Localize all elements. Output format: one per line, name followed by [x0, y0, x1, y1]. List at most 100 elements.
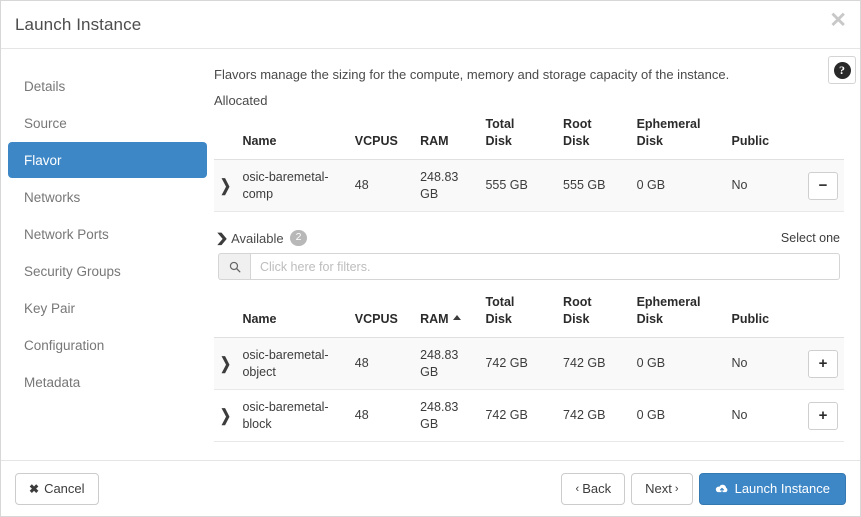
back-button[interactable]: ‹ Back	[561, 472, 626, 505]
sidebar-item-key-pair[interactable]: Key Pair	[8, 290, 207, 326]
next-button-label: Next	[645, 481, 672, 496]
chevron-right-icon[interactable]: ❯	[220, 175, 231, 196]
header-ram-sorted[interactable]: RAM	[414, 290, 480, 339]
close-icon[interactable]: ✕	[829, 10, 847, 31]
header-ephemeral-disk[interactable]: Ephemeral Disk	[630, 290, 726, 339]
header-line1: Total	[485, 295, 515, 310]
cell-public: No	[725, 159, 789, 212]
sidebar-item-label: Metadata	[24, 374, 81, 390]
sidebar-item-metadata[interactable]: Metadata	[8, 364, 207, 400]
next-button[interactable]: Next ›	[631, 472, 693, 505]
launch-instance-dialog: Launch Instance ✕ Details Source Flavor …	[0, 0, 861, 517]
header-line2: Disk	[563, 133, 590, 148]
sidebar-item-label: Key Pair	[24, 300, 76, 316]
chevron-left-icon: ‹	[575, 482, 583, 495]
header-line1: Root	[563, 295, 592, 310]
sidebar-item-label: Networks	[24, 189, 81, 205]
header-total-disk[interactable]: Total Disk	[479, 290, 558, 339]
cell-public: No	[725, 337, 789, 391]
header-total-disk[interactable]: Total Disk	[479, 112, 558, 160]
header-ephemeral-disk[interactable]: Ephemeral Disk	[630, 112, 726, 160]
allocated-label: Allocated	[214, 93, 268, 108]
sidebar-item-security-groups[interactable]: Security Groups	[8, 253, 207, 289]
sidebar-item-label: Source	[24, 115, 67, 131]
available-count-badge: 2	[289, 230, 308, 247]
filter-group	[218, 253, 840, 281]
cloud-upload-icon	[715, 483, 729, 495]
cell-name: osic-baremetal-object	[236, 337, 349, 391]
cancel-button[interactable]: ✖ Cancel	[15, 472, 99, 505]
filter-input[interactable]	[250, 253, 840, 281]
help-button[interactable]: ?	[828, 56, 856, 84]
table-row: ❯ osic-baremetal-object 48 248.83 GB 742…	[214, 337, 844, 391]
allocated-flavors-table: Name VCPUS RAM Total Disk Root Disk Ephe…	[214, 112, 844, 212]
header-line2: Disk	[563, 311, 590, 326]
sort-ascending-icon	[452, 314, 461, 320]
search-icon[interactable]	[218, 253, 250, 281]
launch-instance-button-label: Launch Instance	[734, 481, 830, 496]
step-description: Flavors manage the sizing for the comput…	[214, 67, 730, 82]
select-one-hint: Select one	[780, 231, 840, 246]
sidebar-item-network-ports[interactable]: Network Ports	[8, 216, 207, 252]
table-header-row: Name VCPUS RAM Total Disk Root Disk Ephe…	[214, 112, 844, 160]
cancel-button-label: Cancel	[44, 481, 85, 496]
cell-total-disk: 555 GB	[479, 159, 558, 212]
cell-root-disk: 742 GB	[557, 337, 631, 391]
header-root-disk[interactable]: Root Disk	[557, 112, 631, 160]
cell-ephemeral-disk: 0 GB	[630, 159, 726, 212]
cell-root-disk: 742 GB	[557, 389, 631, 443]
header-line1: Ephemeral	[636, 117, 701, 131]
launch-instance-button[interactable]: Launch Instance	[698, 472, 846, 505]
cell-action: −	[788, 159, 844, 212]
cell-root-disk: 555 GB	[557, 159, 631, 212]
cell-vcpus: 48	[348, 337, 415, 391]
cell-public: No	[725, 389, 789, 443]
allocate-flavor-button[interactable]: +	[808, 401, 838, 430]
table-row: ❯ osic-baremetal-block 48 248.83 GB 742 …	[214, 389, 844, 443]
table-row: ❯ osic-baremetal-comp 48 248.83 GB 555 G…	[214, 159, 844, 212]
header-name[interactable]: Name	[236, 290, 349, 339]
flavor-step-content: ? Flavors manage the sizing for the comp…	[214, 49, 860, 460]
dialog-footer: ✖ Cancel ‹ Back Next › Launch Instance	[1, 460, 860, 516]
cell-vcpus: 48	[348, 389, 415, 443]
sidebar-item-networks[interactable]: Networks	[8, 179, 207, 215]
page-title: Launch Instance	[15, 14, 142, 34]
cell-total-disk: 742 GB	[479, 389, 558, 443]
cell-ram: 248.83 GB	[414, 159, 480, 212]
sidebar-item-configuration[interactable]: Configuration	[8, 327, 207, 363]
allocate-flavor-button[interactable]: +	[808, 349, 838, 378]
header-public[interactable]: Public	[725, 112, 789, 160]
cell-action: +	[788, 337, 844, 391]
wizard-sidebar: Details Source Flavor Networks Network P…	[1, 49, 214, 460]
available-section-header: ❯ Available 2 Select one	[215, 230, 844, 247]
dialog-header: Launch Instance ✕	[1, 1, 860, 49]
header-line2: Disk	[485, 311, 512, 326]
header-root-disk[interactable]: Root Disk	[557, 290, 631, 339]
dialog-body: Details Source Flavor Networks Network P…	[1, 49, 860, 460]
header-expand	[214, 290, 237, 339]
expand-cell[interactable]: ❯	[214, 159, 237, 212]
sidebar-item-flavor[interactable]: Flavor	[8, 142, 207, 178]
available-flavors-table: Name VCPUS RAM Total Disk Root Disk Ephe…	[214, 290, 844, 443]
cell-name: osic-baremetal-block	[236, 389, 349, 443]
header-line2: Disk	[636, 311, 663, 326]
cell-action: +	[788, 389, 844, 443]
chevron-right-icon[interactable]: ❯	[220, 353, 231, 374]
cell-name: osic-baremetal-comp	[236, 159, 349, 212]
sidebar-item-details[interactable]: Details	[8, 68, 207, 104]
cell-ram: 248.83 GB	[414, 337, 480, 391]
footer-actions: ‹ Back Next › Launch Instance	[561, 472, 846, 505]
chevron-down-icon[interactable]: ❯	[215, 231, 228, 245]
header-line1: Ephemeral	[636, 295, 701, 310]
expand-cell[interactable]: ❯	[214, 389, 237, 443]
header-public[interactable]: Public	[725, 290, 789, 339]
header-ram[interactable]: RAM	[414, 112, 480, 160]
expand-cell[interactable]: ❯	[214, 337, 237, 391]
deallocate-flavor-button[interactable]: −	[808, 171, 838, 200]
header-vcpus[interactable]: VCPUS	[348, 290, 415, 339]
header-name[interactable]: Name	[236, 112, 349, 160]
header-vcpus[interactable]: VCPUS	[348, 112, 415, 160]
chevron-right-icon[interactable]: ❯	[220, 405, 231, 426]
sidebar-item-source[interactable]: Source	[8, 105, 207, 141]
header-line2: Disk	[636, 133, 663, 148]
